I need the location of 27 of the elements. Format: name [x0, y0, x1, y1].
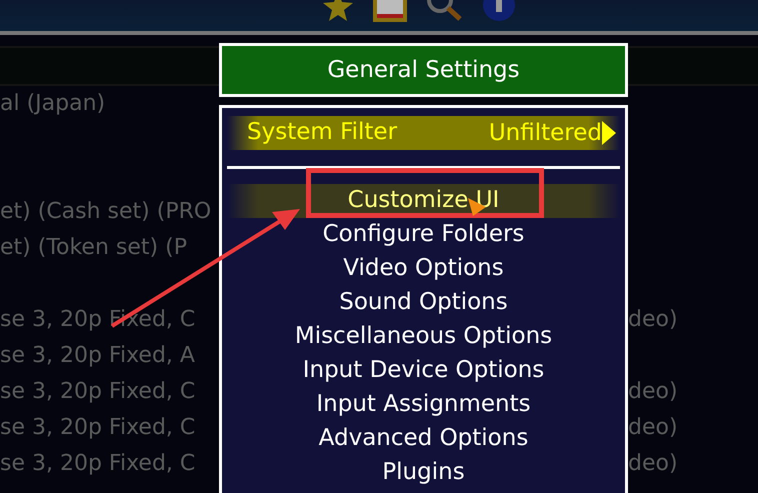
menu-item[interactable]: Miscellaneous Options [227, 320, 620, 354]
option-label: System Filter [247, 118, 398, 147]
game-title[interactable]: deo) [628, 410, 678, 446]
game-title[interactable]: deo) [628, 446, 678, 482]
menu-item[interactable]: Video Options [227, 252, 620, 286]
menu-item[interactable]: Configure Folders [227, 218, 620, 252]
search-icon[interactable] [426, 0, 464, 22]
menu-option-row[interactable]: System Filter Unfiltered [227, 116, 620, 150]
game-title[interactable]: et) (Cash set) (PRO [0, 199, 212, 224]
game-title[interactable]: se 3, 20p Fixed, A [0, 343, 195, 368]
menu-item[interactable]: Advanced Options [227, 422, 620, 456]
star-icon[interactable] [322, 0, 354, 22]
info-icon[interactable] [482, 0, 516, 22]
menu-item[interactable]: Plugins [227, 456, 620, 490]
menu-item[interactable]: Input Assignments [227, 388, 620, 422]
right-arrow-icon[interactable] [602, 121, 616, 145]
game-title[interactable]: deo) [628, 302, 678, 338]
game-title[interactable]: se 3, 20p Fixed, C [0, 451, 196, 476]
menu-item[interactable]: Sound Options [227, 286, 620, 320]
game-title[interactable]: et) (Token set) (P [0, 235, 187, 260]
game-title[interactable]: se 3, 20p Fixed, C [0, 415, 196, 440]
option-value: Unfiltered [488, 118, 602, 148]
menu-item[interactable]: Input Device Options [227, 354, 620, 388]
menu-title: General Settings [219, 43, 628, 97]
game-title[interactable]: al (Japan) [0, 91, 106, 116]
game-title[interactable]: se 3, 20p Fixed, C [0, 379, 196, 404]
game-title[interactable]: deo) [628, 374, 678, 410]
